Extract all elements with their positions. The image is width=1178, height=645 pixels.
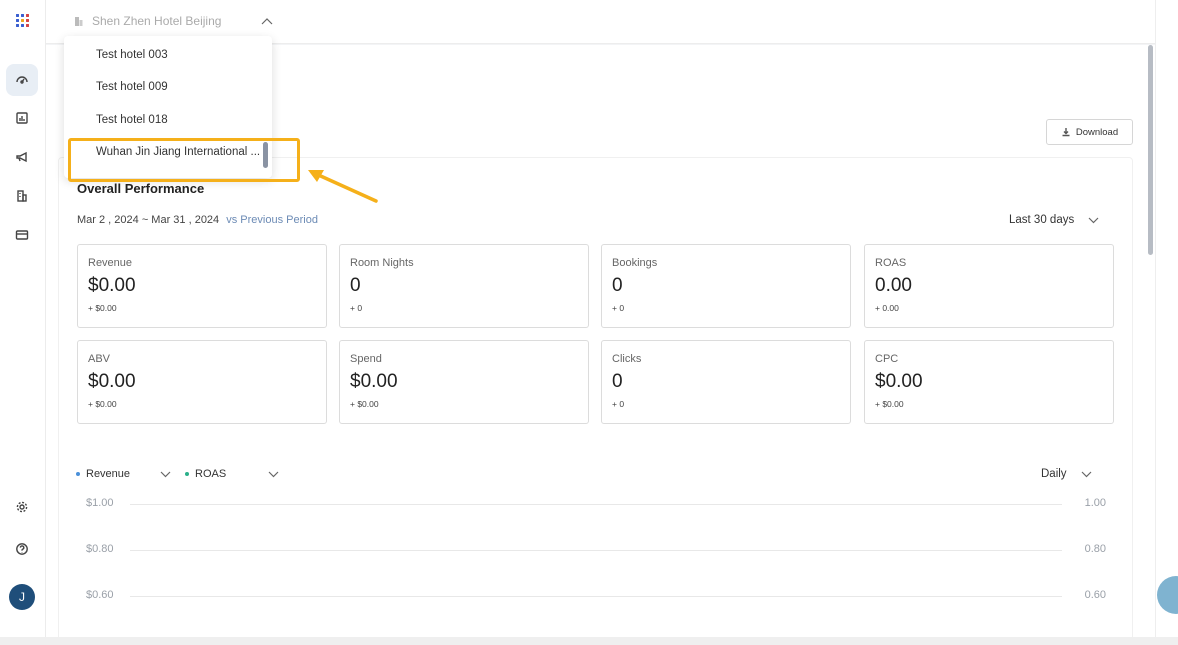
y-tick-left: $0.60 xyxy=(86,589,114,601)
gridline xyxy=(130,596,1062,597)
metric-delta: + 0 xyxy=(350,303,363,313)
section-title: Overall Performance xyxy=(77,181,205,196)
y-tick-right: 1.00 xyxy=(1084,497,1106,509)
y-tick-left: $0.80 xyxy=(86,543,114,555)
metric-value: 0 xyxy=(612,275,623,296)
metric-value: $0.00 xyxy=(88,275,136,296)
metric-card-room-nights: Room Nights 0 + 0 xyxy=(339,244,589,328)
metric-value: $0.00 xyxy=(350,371,398,392)
metric-value: 0 xyxy=(350,275,361,296)
metric-label: ABV xyxy=(88,353,111,365)
apps-grid-icon[interactable] xyxy=(6,4,38,36)
hotel-selector-value: Shen Zhen Hotel Beijing xyxy=(92,14,222,28)
building-icon[interactable] xyxy=(6,180,38,212)
chart-gridline: $1.00 1.00 xyxy=(86,497,1106,511)
metric-delta: + 0 xyxy=(612,303,625,313)
compare-period-link[interactable]: vs Previous Period xyxy=(226,214,318,226)
legend-label: ROAS xyxy=(195,468,227,480)
date-range-text: Mar 2 , 2024 ~ Mar 31 , 2024 xyxy=(77,214,220,226)
range-select-value: Last 30 days xyxy=(1009,214,1075,226)
scrollbar-thumb[interactable] xyxy=(1148,45,1153,255)
metric-label: Spend xyxy=(350,353,382,365)
series-dot-roas xyxy=(185,472,190,476)
download-label: Download xyxy=(1075,126,1119,138)
granularity-select[interactable]: Daily xyxy=(1041,468,1092,480)
metric-card-revenue: Revenue $0.00 + $0.00 xyxy=(77,244,327,328)
metric-value: 0 xyxy=(612,371,623,392)
chevron-down-icon xyxy=(268,471,279,477)
date-range: Mar 2 , 2024 ~ Mar 31 , 2024 vs Previous… xyxy=(77,214,318,226)
page-scrollbar[interactable] xyxy=(1146,45,1155,645)
metric-select-roas[interactable]: ROAS xyxy=(185,468,279,480)
range-select[interactable]: Last 30 days xyxy=(1009,214,1099,226)
metric-card-spend: Spend $0.00 + $0.00 xyxy=(339,340,589,424)
hotel-option[interactable]: Test hotel 018 xyxy=(64,105,272,135)
series-dot-revenue xyxy=(76,472,80,476)
settings-gear-icon[interactable] xyxy=(6,491,38,523)
metric-label: Room Nights xyxy=(350,257,414,269)
building-icon xyxy=(75,17,83,26)
metric-delta: + $0.00 xyxy=(88,399,117,409)
metric-value: $0.00 xyxy=(875,371,923,392)
download-button[interactable]: Download xyxy=(1046,119,1133,145)
metric-card-roas: ROAS 0.00 + 0.00 xyxy=(864,244,1114,328)
metric-card-bookings: Bookings 0 + 0 xyxy=(601,244,851,328)
legend-label: Revenue xyxy=(86,468,131,480)
hotel-option[interactable]: Test hotel 009 xyxy=(64,72,272,102)
chevron-down-icon xyxy=(1088,217,1099,223)
metric-delta: + 0.00 xyxy=(875,303,899,313)
user-avatar[interactable]: J xyxy=(9,584,35,610)
y-tick-right: 0.60 xyxy=(1084,589,1106,601)
granularity-value: Daily xyxy=(1041,468,1067,480)
metric-label: Revenue xyxy=(88,257,133,269)
annotation-arrow-icon xyxy=(308,170,378,203)
chevron-up-icon[interactable] xyxy=(261,17,273,25)
y-tick-right: 0.80 xyxy=(1084,543,1106,555)
help-icon[interactable] xyxy=(6,533,38,565)
chevron-down-icon xyxy=(160,471,171,477)
report-chart-icon[interactable] xyxy=(6,102,38,134)
gridline xyxy=(130,504,1062,505)
metric-label: Bookings xyxy=(612,257,658,269)
bottom-strip xyxy=(0,637,1178,645)
hotel-option[interactable]: Test hotel 003 xyxy=(64,40,272,70)
gridline xyxy=(130,550,1062,551)
chevron-down-icon xyxy=(1081,471,1091,477)
chart-legend: Revenue ROAS xyxy=(76,468,279,480)
metric-value: $0.00 xyxy=(88,371,136,392)
metric-label: ROAS xyxy=(875,257,907,269)
chart-gridline: $0.60 0.60 xyxy=(86,589,1106,603)
y-tick-left: $1.00 xyxy=(86,497,114,509)
right-edge xyxy=(1155,0,1178,645)
dashboard-icon[interactable] xyxy=(6,64,38,96)
metric-select-revenue[interactable]: Revenue xyxy=(76,468,171,480)
megaphone-icon[interactable] xyxy=(6,141,38,173)
annotation-highlight-box xyxy=(68,138,300,182)
metric-label: CPC xyxy=(875,353,899,365)
hotel-selector[interactable]: Shen Zhen Hotel Beijing xyxy=(74,12,273,30)
download-icon xyxy=(1062,128,1070,137)
metric-card-clicks: Clicks 0 + 0 xyxy=(601,340,851,424)
metric-card-abv: ABV $0.00 + $0.00 xyxy=(77,340,327,424)
metric-delta: + $0.00 xyxy=(350,399,379,409)
metric-card-cpc: CPC $0.00 + $0.00 xyxy=(864,340,1114,424)
metric-delta: + $0.00 xyxy=(875,399,904,409)
chart-gridline: $0.80 0.80 xyxy=(86,543,1106,557)
metric-delta: + 0 xyxy=(612,399,625,409)
metric-label: Clicks xyxy=(612,353,642,365)
metric-delta: + $0.00 xyxy=(88,303,117,313)
left-rail: J xyxy=(0,0,46,645)
metric-value: 0.00 xyxy=(875,275,912,296)
billing-card-icon[interactable] xyxy=(6,219,38,251)
